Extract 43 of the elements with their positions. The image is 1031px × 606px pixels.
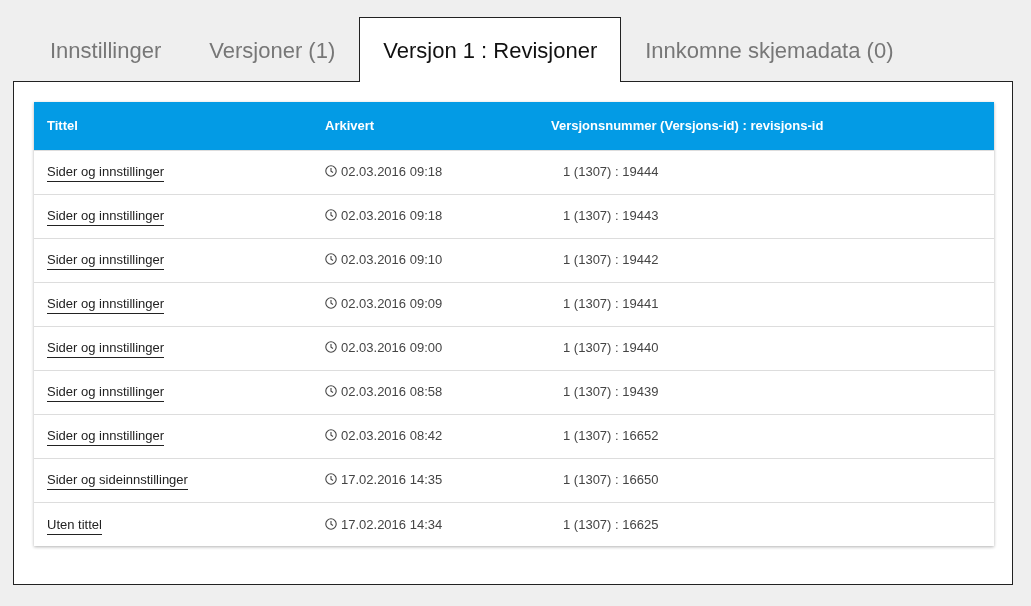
clock-icon [325, 517, 337, 530]
title-link[interactable]: Sider og innstillinger [47, 428, 165, 447]
version-cell: 1 (1307) : 16625 [538, 502, 994, 546]
column-header: Versjonsnummer (Versjons-id) : revisjons-id [538, 102, 994, 150]
archived-date: 02.03.2016 09:18 [341, 164, 443, 180]
clock-icon [325, 165, 337, 178]
clock-icon [325, 385, 337, 398]
archived-date: 02.03.2016 09:00 [341, 340, 443, 356]
title-link[interactable]: Sider og innstillinger [47, 384, 165, 403]
version-cell: 1 (1307) : 16652 [538, 414, 994, 458]
clock-icon [325, 429, 337, 442]
clock-icon [325, 209, 337, 222]
archived-date: 17.02.2016 14:35 [341, 472, 443, 488]
title-link[interactable]: Uten tittel [47, 516, 102, 535]
archived-date: 02.03.2016 08:58 [341, 384, 443, 400]
column-header: Tittel [34, 102, 312, 150]
version-cell: 1 (1307) : 19442 [538, 238, 994, 282]
clock-icon [325, 341, 337, 354]
tab[interactable]: Versjoner (1) [185, 17, 360, 82]
tab[interactable]: Versjon 1 : Revisjoner [359, 17, 622, 82]
version-cell: 1 (1307) : 19440 [538, 326, 994, 370]
title-link[interactable]: Sider og innstillinger [47, 164, 165, 183]
version-cell: 1 (1307) : 19444 [538, 150, 994, 194]
title-link[interactable]: Sider og innstillinger [47, 340, 165, 359]
title-link[interactable]: Sider og innstillinger [47, 296, 165, 315]
archived-date: 17.02.2016 14:34 [341, 516, 443, 532]
archived-date: 02.03.2016 09:18 [341, 208, 443, 224]
archived-date: 02.03.2016 09:09 [341, 296, 443, 312]
version-cell: 1 (1307) : 19441 [538, 282, 994, 326]
column-header: Arkivert [312, 102, 538, 150]
title-link[interactable]: Sider og innstillinger [47, 252, 165, 271]
clock-icon [325, 297, 337, 310]
title-link[interactable]: Sider og sideinnstillinger [47, 472, 188, 491]
tab[interactable]: Innstillinger [26, 17, 186, 82]
clock-icon [325, 253, 337, 266]
archived-date: 02.03.2016 09:10 [341, 252, 443, 268]
title-link[interactable]: Sider og innstillinger [47, 208, 165, 227]
archived-date: 02.03.2016 08:42 [341, 428, 443, 444]
version-cell: 1 (1307) : 19439 [538, 370, 994, 414]
clock-icon [325, 473, 337, 486]
version-cell: 1 (1307) : 19443 [538, 194, 994, 238]
tab[interactable]: Innkomne skjemadata (0) [621, 17, 918, 82]
version-cell: 1 (1307) : 16650 [538, 458, 994, 502]
